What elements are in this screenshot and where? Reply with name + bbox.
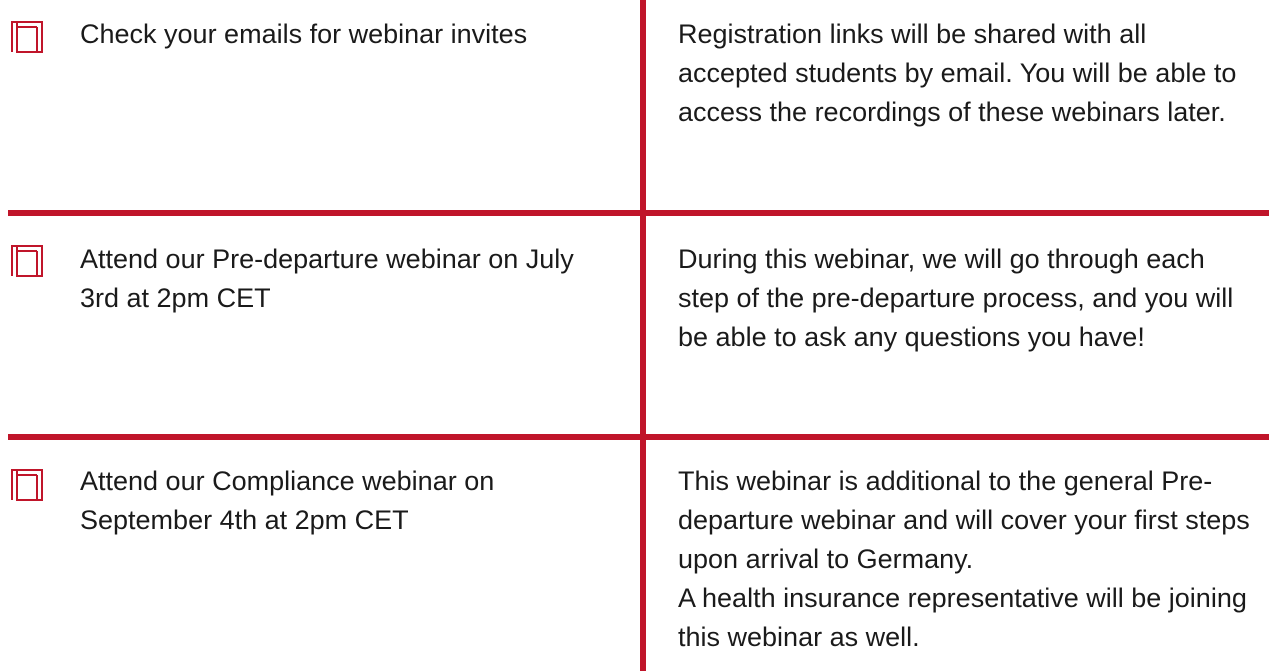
step-description: During this webinar, we will go through … — [678, 244, 1234, 352]
step-title: Attend our Compliance webinar on Septemb… — [80, 466, 495, 535]
table-row: Attend our Compliance webinar on Septemb… — [0, 440, 1269, 671]
step-title: Attend our Pre-departure webinar on July… — [80, 244, 574, 313]
table-row: Attend our Pre-departure webinar on July… — [0, 216, 1269, 434]
frame-corner-icon — [10, 20, 44, 54]
step-description: This webinar is additional to the genera… — [678, 466, 1250, 652]
frame-corner-icon — [10, 468, 44, 502]
webinar-steps-table: Check your emails for webinar invites Re… — [0, 0, 1269, 671]
frame-corner-icon — [10, 244, 44, 278]
step-title: Check your emails for webinar invites — [80, 19, 528, 49]
table-row: Check your emails for webinar invites Re… — [0, 0, 1269, 210]
step-description: Registration links will be shared with a… — [678, 19, 1237, 127]
